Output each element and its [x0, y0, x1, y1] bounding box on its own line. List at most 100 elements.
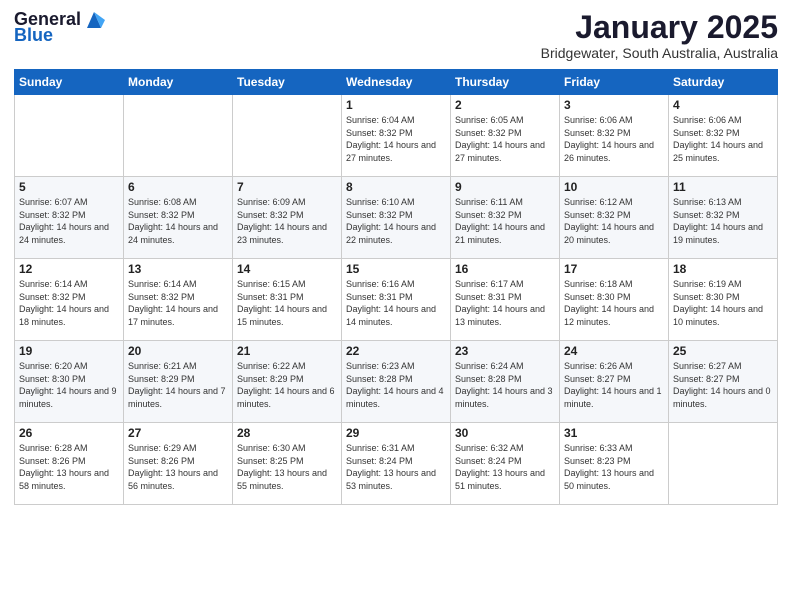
calendar-cell: 8Sunrise: 6:10 AMSunset: 8:32 PMDaylight…	[342, 177, 451, 259]
calendar-cell: 9 Sunrise: 6:11 AMSunset: 8:32 PMDaylight…	[451, 177, 560, 259]
calendar-cell: 25 Sunrise: 6:27 AMSunset: 8:27 PMDayligh…	[669, 341, 778, 423]
calendar-cell: 28 Sunrise: 6:30 AMSunset: 8:25 PMDayligh…	[233, 423, 342, 505]
col-monday: Monday	[124, 70, 233, 95]
calendar-cell: 31 Sunrise: 6:33 AMSunset: 8:23 PMDayligh…	[560, 423, 669, 505]
day-number: 11	[673, 180, 773, 194]
day-info: Sunrise: 6:05 AMSunset: 8:32 PMDaylight:…	[455, 114, 555, 164]
calendar-cell: 4Sunrise: 6:06 AMSunset: 8:32 PMDaylight…	[669, 95, 778, 177]
calendar-week-4: 19 Sunrise: 6:20 AMSunset: 8:30 PMDayligh…	[15, 341, 778, 423]
day-number: 9	[455, 180, 555, 194]
page-title: January 2025	[541, 10, 778, 45]
day-info: Sunrise: 6:08 AMSunset: 8:32 PMDaylight:…	[128, 196, 228, 246]
day-info: Sunrise: 6:11 AMSunset: 8:32 PMDaylight:…	[455, 196, 555, 246]
logo: General Blue	[14, 10, 105, 46]
day-number: 28	[237, 426, 337, 440]
page-subtitle: Bridgewater, South Australia, Australia	[541, 45, 778, 61]
day-number: 1	[346, 98, 446, 112]
day-info: Sunrise: 6:15 AMSunset: 8:31 PMDaylight:…	[237, 278, 337, 328]
title-block: January 2025 Bridgewater, South Australi…	[541, 10, 778, 61]
day-number: 6	[128, 180, 228, 194]
day-info: Sunrise: 6:04 AMSunset: 8:32 PMDaylight:…	[346, 114, 446, 164]
page: General Blue January 2025 Bridgewater, S…	[0, 0, 792, 612]
calendar-header-row: Sunday Monday Tuesday Wednesday Thursday…	[15, 70, 778, 95]
calendar-cell: 7Sunrise: 6:09 AMSunset: 8:32 PMDaylight…	[233, 177, 342, 259]
calendar-cell	[669, 423, 778, 505]
day-number: 22	[346, 344, 446, 358]
calendar-cell: 3 Sunrise: 6:06 AMSunset: 8:32 PMDaylight…	[560, 95, 669, 177]
col-saturday: Saturday	[669, 70, 778, 95]
col-wednesday: Wednesday	[342, 70, 451, 95]
day-info: Sunrise: 6:32 AMSunset: 8:24 PMDaylight:…	[455, 442, 555, 492]
day-number: 26	[19, 426, 119, 440]
calendar-cell: 19 Sunrise: 6:20 AMSunset: 8:30 PMDayligh…	[15, 341, 124, 423]
calendar-cell: 6 Sunrise: 6:08 AMSunset: 8:32 PMDaylight…	[124, 177, 233, 259]
day-info: Sunrise: 6:18 AMSunset: 8:30 PMDaylight:…	[564, 278, 664, 328]
day-number: 14	[237, 262, 337, 276]
day-info: Sunrise: 6:07 AMSunset: 8:32 PMDaylight:…	[19, 196, 119, 246]
calendar-cell: 22Sunrise: 6:23 AMSunset: 8:28 PMDayligh…	[342, 341, 451, 423]
col-tuesday: Tuesday	[233, 70, 342, 95]
day-info: Sunrise: 6:24 AMSunset: 8:28 PMDaylight:…	[455, 360, 555, 410]
header: General Blue January 2025 Bridgewater, S…	[14, 10, 778, 61]
day-number: 24	[564, 344, 664, 358]
col-thursday: Thursday	[451, 70, 560, 95]
day-number: 27	[128, 426, 228, 440]
calendar-cell: 26 Sunrise: 6:28 AMSunset: 8:26 PMDayligh…	[15, 423, 124, 505]
day-number: 15	[346, 262, 446, 276]
calendar-cell	[124, 95, 233, 177]
calendar-cell: 1 Sunrise: 6:04 AMSunset: 8:32 PMDaylight…	[342, 95, 451, 177]
calendar-cell: 21 Sunrise: 6:22 AMSunset: 8:29 PMDayligh…	[233, 341, 342, 423]
day-info: Sunrise: 6:19 AMSunset: 8:30 PMDaylight:…	[673, 278, 773, 328]
day-number: 25	[673, 344, 773, 358]
calendar-cell: 24 Sunrise: 6:26 AMSunset: 8:27 PMDayligh…	[560, 341, 669, 423]
calendar-cell: 30 Sunrise: 6:32 AMSunset: 8:24 PMDayligh…	[451, 423, 560, 505]
day-number: 16	[455, 262, 555, 276]
day-number: 10	[564, 180, 664, 194]
day-number: 3	[564, 98, 664, 112]
day-number: 23	[455, 344, 555, 358]
day-number: 19	[19, 344, 119, 358]
calendar-cell: 16Sunrise: 6:17 AMSunset: 8:31 PMDayligh…	[451, 259, 560, 341]
col-friday: Friday	[560, 70, 669, 95]
calendar-week-2: 5Sunrise: 6:07 AMSunset: 8:32 PMDaylight…	[15, 177, 778, 259]
day-info: Sunrise: 6:21 AMSunset: 8:29 PMDaylight:…	[128, 360, 228, 410]
day-number: 17	[564, 262, 664, 276]
calendar-cell: 10 Sunrise: 6:12 AMSunset: 8:32 PMDayligh…	[560, 177, 669, 259]
day-number: 30	[455, 426, 555, 440]
col-sunday: Sunday	[15, 70, 124, 95]
day-info: Sunrise: 6:28 AMSunset: 8:26 PMDaylight:…	[19, 442, 119, 492]
day-number: 21	[237, 344, 337, 358]
calendar-cell: 5Sunrise: 6:07 AMSunset: 8:32 PMDaylight…	[15, 177, 124, 259]
calendar-week-3: 12Sunrise: 6:14 AMSunset: 8:32 PMDayligh…	[15, 259, 778, 341]
day-info: Sunrise: 6:09 AMSunset: 8:32 PMDaylight:…	[237, 196, 337, 246]
calendar-cell: 12Sunrise: 6:14 AMSunset: 8:32 PMDayligh…	[15, 259, 124, 341]
day-number: 18	[673, 262, 773, 276]
calendar-cell: 29Sunrise: 6:31 AMSunset: 8:24 PMDayligh…	[342, 423, 451, 505]
calendar-cell: 23 Sunrise: 6:24 AMSunset: 8:28 PMDayligh…	[451, 341, 560, 423]
day-info: Sunrise: 6:06 AMSunset: 8:32 PMDaylight:…	[564, 114, 664, 164]
logo-icon	[83, 10, 105, 30]
day-info: Sunrise: 6:22 AMSunset: 8:29 PMDaylight:…	[237, 360, 337, 410]
logo-blue: Blue	[14, 26, 53, 46]
day-info: Sunrise: 6:16 AMSunset: 8:31 PMDaylight:…	[346, 278, 446, 328]
day-info: Sunrise: 6:27 AMSunset: 8:27 PMDaylight:…	[673, 360, 773, 410]
calendar-cell	[15, 95, 124, 177]
day-info: Sunrise: 6:33 AMSunset: 8:23 PMDaylight:…	[564, 442, 664, 492]
day-number: 8	[346, 180, 446, 194]
day-info: Sunrise: 6:26 AMSunset: 8:27 PMDaylight:…	[564, 360, 664, 410]
day-number: 29	[346, 426, 446, 440]
day-info: Sunrise: 6:13 AMSunset: 8:32 PMDaylight:…	[673, 196, 773, 246]
day-info: Sunrise: 6:30 AMSunset: 8:25 PMDaylight:…	[237, 442, 337, 492]
calendar-cell: 13Sunrise: 6:14 AMSunset: 8:32 PMDayligh…	[124, 259, 233, 341]
calendar-week-1: 1 Sunrise: 6:04 AMSunset: 8:32 PMDaylight…	[15, 95, 778, 177]
day-info: Sunrise: 6:29 AMSunset: 8:26 PMDaylight:…	[128, 442, 228, 492]
calendar-cell: 2 Sunrise: 6:05 AMSunset: 8:32 PMDaylight…	[451, 95, 560, 177]
day-number: 20	[128, 344, 228, 358]
day-info: Sunrise: 6:20 AMSunset: 8:30 PMDaylight:…	[19, 360, 119, 410]
day-info: Sunrise: 6:12 AMSunset: 8:32 PMDaylight:…	[564, 196, 664, 246]
day-info: Sunrise: 6:06 AMSunset: 8:32 PMDaylight:…	[673, 114, 773, 164]
day-info: Sunrise: 6:14 AMSunset: 8:32 PMDaylight:…	[128, 278, 228, 328]
day-number: 31	[564, 426, 664, 440]
day-number: 2	[455, 98, 555, 112]
calendar-cell: 17 Sunrise: 6:18 AMSunset: 8:30 PMDayligh…	[560, 259, 669, 341]
